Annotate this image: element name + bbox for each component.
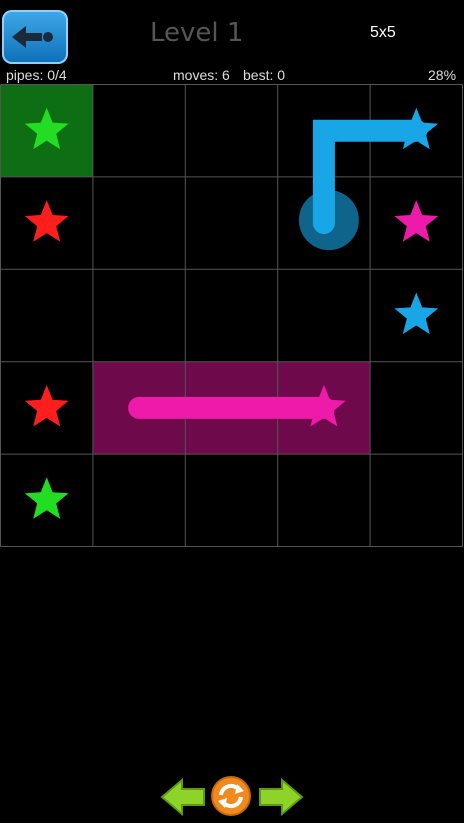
drag-cursor[interactable] (298, 190, 359, 251)
red-star-endpoint[interactable] (24, 200, 69, 242)
pipes-counter: pipes: 0/4 (6, 67, 67, 83)
best-counter: best: 0 (243, 67, 286, 83)
left-arrow-icon (160, 777, 205, 817)
red-star-endpoint[interactable] (24, 384, 69, 427)
board-size-label: 5x5 (370, 24, 396, 41)
green-star-endpoint[interactable] (24, 477, 69, 519)
blue-star-endpoint[interactable] (394, 292, 439, 335)
game-board[interactable] (0, 84, 464, 548)
progress-percent: 28% (428, 67, 457, 83)
right-arrow-icon (259, 777, 304, 817)
level-title: Level 1 (150, 18, 244, 48)
blue-star-endpoint[interactable] (394, 107, 439, 150)
back-button[interactable] (2, 10, 68, 64)
moves-counter: moves: 6 (173, 67, 230, 83)
back-arrow-icon (12, 26, 53, 48)
reset-icon (211, 776, 251, 816)
reset-button[interactable] (210, 775, 252, 822)
next-level-button[interactable] (258, 777, 304, 822)
prev-level-button[interactable] (160, 777, 206, 822)
magenta-star-endpoint[interactable] (394, 200, 439, 242)
